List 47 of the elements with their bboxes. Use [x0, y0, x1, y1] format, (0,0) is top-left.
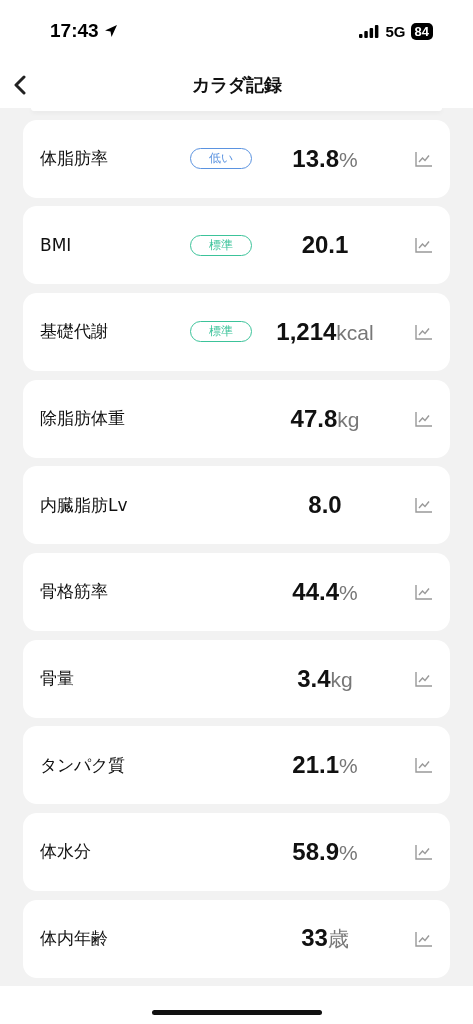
metric-card[interactable]: タンパク質 21.1%	[23, 726, 450, 805]
metric-value: 3.4kg	[297, 664, 353, 693]
metric-card[interactable]: 骨格筋率 44.4%	[23, 552, 450, 631]
metric-name: 除脂肪体重	[40, 407, 126, 431]
metric-card[interactable]: 体内年齢 33歳	[23, 899, 450, 978]
metric-name: 基礎代謝	[40, 320, 109, 344]
chart-icon[interactable]	[415, 583, 433, 600]
metric-value: 21.1%	[292, 751, 358, 780]
metric-name: 体内年齢	[40, 927, 109, 951]
clock-time: 17:43	[50, 20, 99, 42]
back-button[interactable]	[12, 73, 28, 97]
chart-icon[interactable]	[415, 757, 433, 774]
chart-icon[interactable]	[415, 323, 433, 340]
chart-icon[interactable]	[415, 670, 433, 687]
chart-icon[interactable]	[415, 843, 433, 860]
metric-value: 8.0	[308, 491, 342, 520]
metric-card[interactable]: 除脂肪体重 47.8kg	[23, 379, 450, 458]
metric-card[interactable]: 体脂肪率 低い 13.8%	[23, 119, 450, 198]
metric-value: 47.8kg	[290, 404, 360, 433]
network-label: 5G	[385, 22, 406, 40]
chart-icon[interactable]	[415, 150, 433, 167]
metric-name: タンパク質	[40, 753, 126, 777]
metric-name: 骨量	[40, 667, 75, 691]
chart-icon[interactable]	[415, 237, 433, 254]
chart-icon[interactable]	[415, 930, 433, 947]
page-title: カラダ記録	[191, 73, 282, 97]
chart-icon[interactable]	[415, 497, 433, 514]
metric-card[interactable]: 基礎代謝 標準 1,214kcal	[23, 292, 450, 371]
metric-name: 体水分	[40, 840, 92, 864]
metric-card[interactable]: 体水分 58.9%	[23, 812, 450, 891]
battery-indicator: 84	[410, 22, 433, 40]
metric-value: 44.4%	[292, 577, 358, 606]
metric-name: 内臓脂肪Lv	[40, 493, 129, 517]
metric-name: 体脂肪率	[40, 147, 109, 171]
metric-value: 1,214kcal	[276, 317, 374, 346]
metric-value: 13.8%	[292, 144, 358, 173]
metric-value: 20.1	[301, 231, 349, 260]
metric-name: 骨格筋率	[40, 580, 109, 604]
metric-value: 33歳	[301, 924, 349, 954]
metric-card[interactable]: 内臓脂肪Lv 8.0	[23, 466, 450, 545]
metric-name: BMI	[40, 235, 73, 256]
chart-icon[interactable]	[415, 410, 433, 427]
metric-card[interactable]: BMI 標準 20.1	[23, 206, 450, 285]
location-arrow-icon	[103, 24, 118, 38]
signal-icon	[358, 24, 379, 38]
metric-value: 58.9%	[292, 837, 358, 866]
metric-card[interactable]: 骨量 3.4kg	[23, 639, 450, 718]
